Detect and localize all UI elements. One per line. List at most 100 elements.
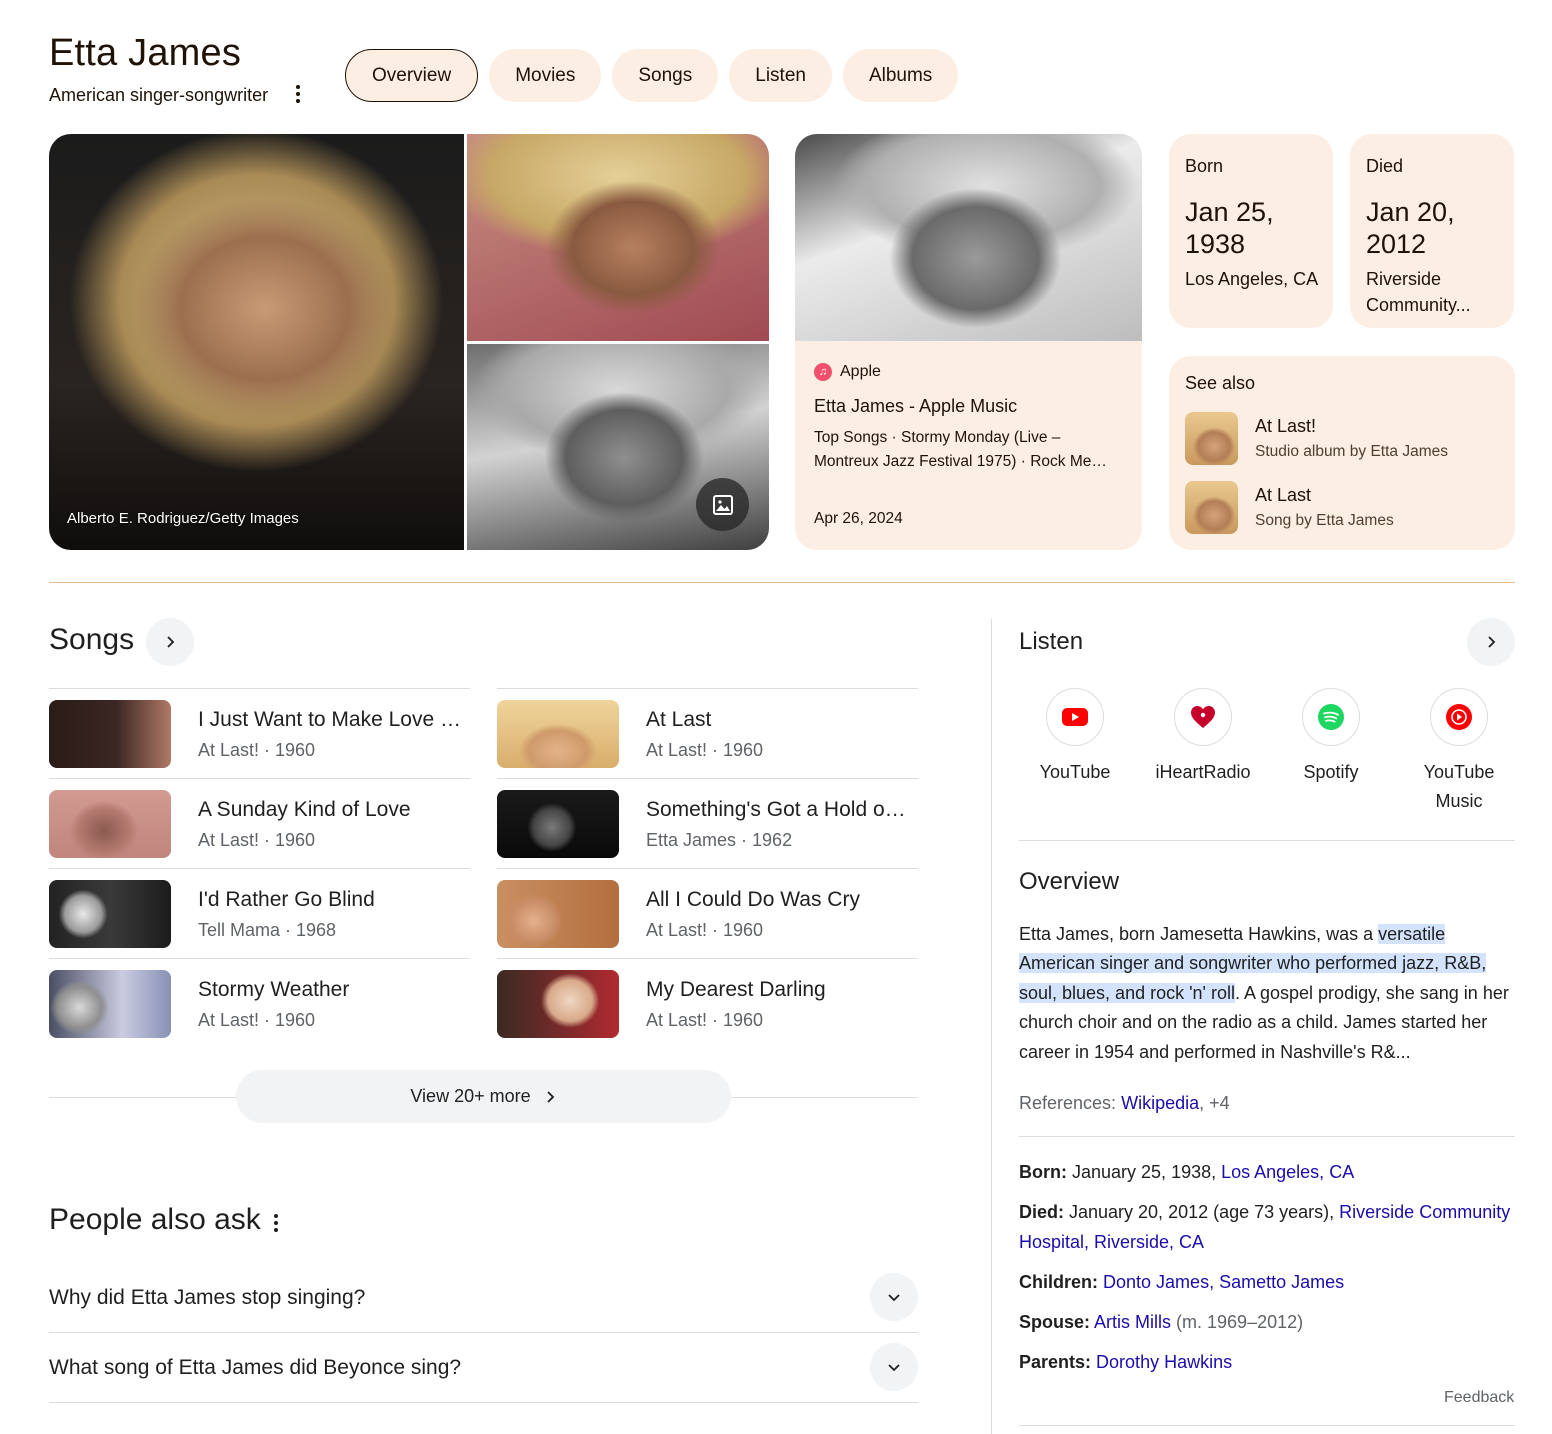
song-meta: At Last! · 1960 — [646, 920, 764, 940]
youtube-music-icon — [1430, 688, 1488, 746]
people-also-ask-heading: People also ask — [49, 1203, 261, 1236]
song-meta: At Last! · 1960 — [198, 740, 316, 760]
tab-listen[interactable]: Listen — [729, 49, 832, 102]
image-gallery-icon[interactable] — [696, 478, 749, 531]
tab-overview[interactable]: Overview — [345, 49, 479, 102]
see-also-card: See also At Last! Studio album by Etta J… — [1169, 356, 1515, 550]
song-item[interactable]: A Sunday Kind of Love At Last! · 1960 — [49, 778, 470, 868]
chevron-down-icon[interactable] — [870, 1273, 918, 1321]
fact-value: (m. 1969–2012) — [1171, 1312, 1304, 1332]
references: References: Wikipedia, +4 — [1019, 1093, 1230, 1114]
song-item[interactable]: My Dearest Darling At Last! · 1960 — [497, 958, 918, 1048]
song-title: My Dearest Darling — [646, 978, 826, 1001]
song-meta: At Last! · 1960 — [198, 1010, 316, 1030]
born-card[interactable]: Born Jan 25, 1938 Los Angeles, CA — [1169, 134, 1333, 328]
page-title: Etta James — [49, 32, 242, 74]
paa-more-options-icon[interactable] — [268, 1212, 284, 1234]
song-item[interactable]: All I Could Do Was Cry At Last! · 1960 — [497, 868, 918, 958]
service-label: YouTube Music — [1423, 762, 1495, 811]
song-item[interactable]: I'd Rather Go Blind Tell Mama · 1968 — [49, 868, 470, 958]
song-thumbnail — [497, 880, 619, 948]
song-title: At Last — [646, 708, 712, 731]
paa-question-text: Why did Etta James stop singing? — [49, 1286, 366, 1309]
fact-children: Children: Donto James, Sametto James — [1019, 1267, 1515, 1297]
song-thumbnail — [49, 700, 171, 768]
right-divider — [1019, 840, 1515, 841]
photo-2[interactable] — [467, 134, 769, 341]
song-meta: Etta James · 1962 — [646, 830, 793, 850]
overview-text-start: Etta James, born Jamesetta Hawkins, was … — [1019, 924, 1379, 944]
apple-card-date: Apr 26, 2024 — [814, 510, 903, 527]
song-thumbnail — [49, 880, 171, 948]
born-place: Los Angeles, CA — [1185, 269, 1319, 289]
tab-songs[interactable]: Songs — [612, 49, 719, 102]
right-divider — [1019, 1136, 1515, 1137]
apple-source-label: Apple — [840, 363, 881, 380]
service-label: iHeartRadio — [1155, 762, 1251, 782]
overview-heading: Overview — [1019, 868, 1120, 895]
fact-value: January 25, 1938, — [1067, 1162, 1222, 1182]
chevron-right-icon — [167, 636, 175, 648]
chevron-right-icon — [1488, 636, 1496, 648]
song-item[interactable]: Something's Got a Hold o… Etta James · 1… — [497, 778, 918, 868]
song-meta: At Last! · 1960 — [646, 1010, 764, 1030]
spouse-link[interactable]: Artis Mills — [1094, 1312, 1171, 1332]
see-also-item[interactable]: At Last! Studio album by Etta James — [1185, 412, 1505, 466]
tab-bar: Overview Movies Songs Listen Albums — [345, 49, 959, 102]
chevron-down-icon[interactable] — [870, 1343, 918, 1391]
listen-more-button[interactable] — [1467, 618, 1515, 666]
photo-credit: Alberto E. Rodriguez/Getty Images — [67, 510, 299, 527]
apple-music-card[interactable]: ♫ Apple Etta James - Apple Music Top Son… — [795, 134, 1142, 550]
songs-heading: Songs — [49, 623, 135, 656]
tab-albums[interactable]: Albums — [842, 49, 959, 102]
apple-music-icon: ♫ — [814, 363, 832, 381]
song-thumbnail — [1185, 481, 1238, 534]
listen-spotify[interactable]: Spotify — [1276, 688, 1386, 787]
fact-born: Born: January 25, 1938, Los Angeles, CA — [1019, 1157, 1515, 1187]
children-link[interactable]: Donto James, Sametto James — [1103, 1272, 1344, 1292]
wikipedia-link[interactable]: Wikipedia — [1121, 1093, 1199, 1113]
song-thumbnail — [497, 790, 619, 858]
listen-youtube-music[interactable]: YouTube Music — [1404, 688, 1514, 816]
see-also-item[interactable]: At Last Song by Etta James — [1185, 481, 1505, 535]
page-subtitle: American singer-songwriter — [49, 85, 269, 105]
paa-question[interactable]: What song of Etta James did Beyonce sing… — [49, 1333, 918, 1403]
died-place: Riverside Community... — [1366, 269, 1471, 315]
listen-iheartradio[interactable]: iHeartRadio — [1148, 688, 1258, 787]
references-label: References: — [1019, 1093, 1117, 1113]
apple-source: ♫ Apple — [814, 363, 881, 381]
right-divider — [1019, 1425, 1515, 1426]
see-also-subtitle: Song by Etta James — [1255, 512, 1394, 529]
song-item[interactable]: I Just Want to Make Love … At Last! · 19… — [49, 688, 470, 778]
tab-movies[interactable]: Movies — [489, 49, 602, 102]
died-card[interactable]: Died Jan 20, 2012 Riverside Community... — [1350, 134, 1514, 328]
service-label: YouTube — [1039, 762, 1111, 782]
view-more-label: View 20+ more — [410, 1086, 531, 1106]
born-place-link[interactable]: Los Angeles, CA — [1221, 1162, 1354, 1182]
parents-link[interactable]: Dorothy Hawkins — [1096, 1352, 1232, 1372]
fact-value: January 20, 2012 (age 73 years), — [1064, 1202, 1340, 1222]
listen-youtube[interactable]: YouTube — [1020, 688, 1130, 787]
paa-question[interactable]: Why did Etta James stop singing? — [49, 1263, 918, 1333]
song-item[interactable]: Stormy Weather At Last! · 1960 — [49, 958, 470, 1048]
song-title: Something's Got a Hold o… — [646, 798, 906, 821]
main-photo[interactable] — [49, 134, 464, 550]
song-item[interactable]: At Last At Last! · 1960 — [497, 688, 918, 778]
view-more-button[interactable]: View 20+ more — [236, 1070, 731, 1123]
song-thumbnail — [49, 970, 171, 1038]
song-title: All I Could Do Was Cry — [646, 888, 860, 911]
column-divider — [991, 619, 992, 1434]
feedback-link[interactable]: Feedback — [1444, 1389, 1514, 1407]
more-options-icon[interactable] — [290, 83, 306, 105]
apple-card-title[interactable]: Etta James - Apple Music — [814, 396, 1017, 417]
fact-label: Born: — [1019, 1162, 1067, 1182]
chevron-right-icon — [546, 1090, 554, 1103]
songs-more-button[interactable] — [146, 618, 194, 666]
see-also-subtitle: Studio album by Etta James — [1255, 443, 1448, 460]
youtube-icon — [1046, 688, 1104, 746]
see-also-title: At Last — [1255, 485, 1312, 505]
fact-label: Died: — [1019, 1202, 1064, 1222]
song-title: A Sunday Kind of Love — [198, 798, 411, 821]
fact-spouse: Spouse: Artis Mills (m. 1969–2012) — [1019, 1307, 1515, 1337]
born-label: Born — [1185, 156, 1224, 176]
